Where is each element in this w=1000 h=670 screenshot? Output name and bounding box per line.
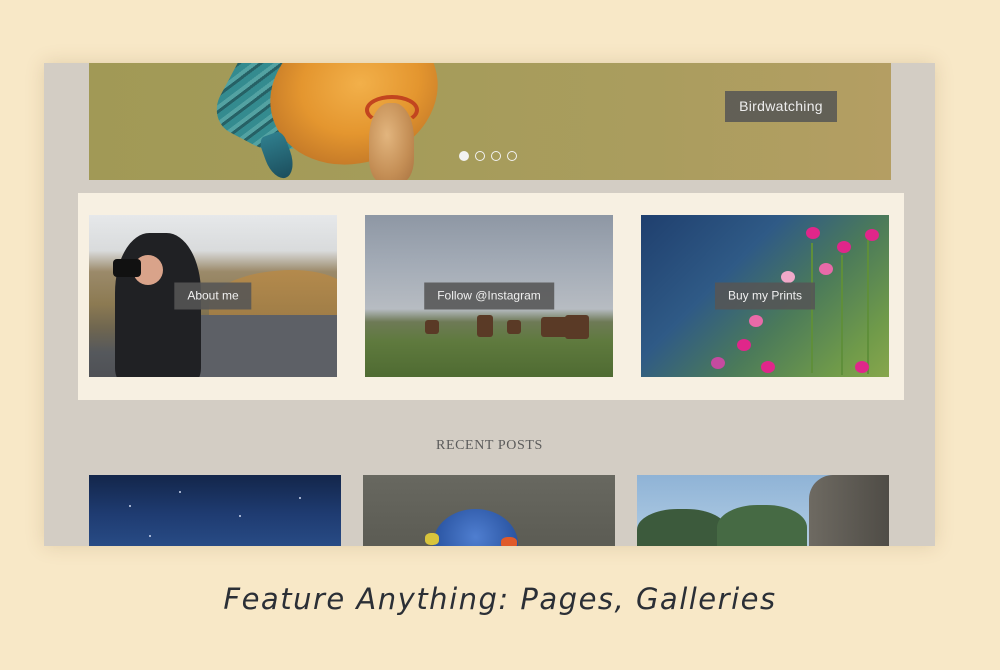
theme-preview-frame: Birdwatching About me Follow @Instagram bbox=[44, 63, 935, 546]
star-dot bbox=[149, 535, 151, 537]
feature-label-about[interactable]: About me bbox=[174, 282, 252, 310]
cliff-image bbox=[809, 475, 889, 546]
slider-dot-3[interactable] bbox=[491, 151, 501, 161]
flower-image bbox=[865, 229, 879, 241]
camera-image bbox=[113, 259, 141, 277]
flower-image bbox=[837, 241, 851, 253]
hero-slider[interactable]: Birdwatching bbox=[89, 63, 891, 180]
promo-tagline: Feature Anything: Pages, Galleries bbox=[223, 582, 777, 616]
horse-image bbox=[565, 315, 589, 339]
feature-label-prints[interactable]: Buy my Prints bbox=[714, 282, 816, 310]
recent-post-thumbnail[interactable] bbox=[89, 475, 341, 546]
flower-stem bbox=[867, 239, 869, 374]
parrot-beak bbox=[501, 537, 517, 546]
flower-image bbox=[761, 361, 775, 373]
slider-dots bbox=[459, 151, 517, 161]
parrot-cheek bbox=[425, 533, 439, 545]
karst-rock bbox=[717, 505, 807, 546]
horse-image bbox=[425, 320, 439, 334]
slider-dot-2[interactable] bbox=[475, 151, 485, 161]
slider-dot-4[interactable] bbox=[507, 151, 517, 161]
flower-image bbox=[806, 227, 820, 239]
flower-image bbox=[781, 271, 795, 283]
flower-image bbox=[711, 357, 725, 369]
flower-image bbox=[737, 339, 751, 351]
feature-card-instagram[interactable]: Follow @Instagram bbox=[365, 215, 613, 377]
horse-image bbox=[507, 320, 521, 334]
karst-rock bbox=[637, 509, 727, 546]
flower-image bbox=[819, 263, 833, 275]
recent-posts-heading: RECENT POSTS bbox=[436, 438, 543, 453]
flower-image bbox=[855, 361, 869, 373]
recent-post-thumbnail[interactable] bbox=[363, 475, 615, 546]
hero-caption[interactable]: Birdwatching bbox=[725, 91, 837, 122]
bird-foot-image bbox=[365, 95, 419, 125]
flower-image bbox=[749, 315, 763, 327]
feature-card-prints[interactable]: Buy my Prints bbox=[641, 215, 889, 377]
featured-pages-band: About me Follow @Instagram Buy my Prints bbox=[78, 193, 904, 400]
flower-stem bbox=[841, 255, 843, 375]
feature-label-instagram[interactable]: Follow @Instagram bbox=[424, 282, 554, 310]
horse-image bbox=[477, 315, 493, 337]
recent-post-thumbnail[interactable] bbox=[637, 475, 889, 546]
star-dot bbox=[129, 505, 131, 507]
star-dot bbox=[299, 497, 301, 499]
slider-dot-1[interactable] bbox=[459, 151, 469, 161]
star-dot bbox=[179, 491, 181, 493]
feature-card-about[interactable]: About me bbox=[89, 215, 337, 377]
star-dot bbox=[239, 515, 241, 517]
